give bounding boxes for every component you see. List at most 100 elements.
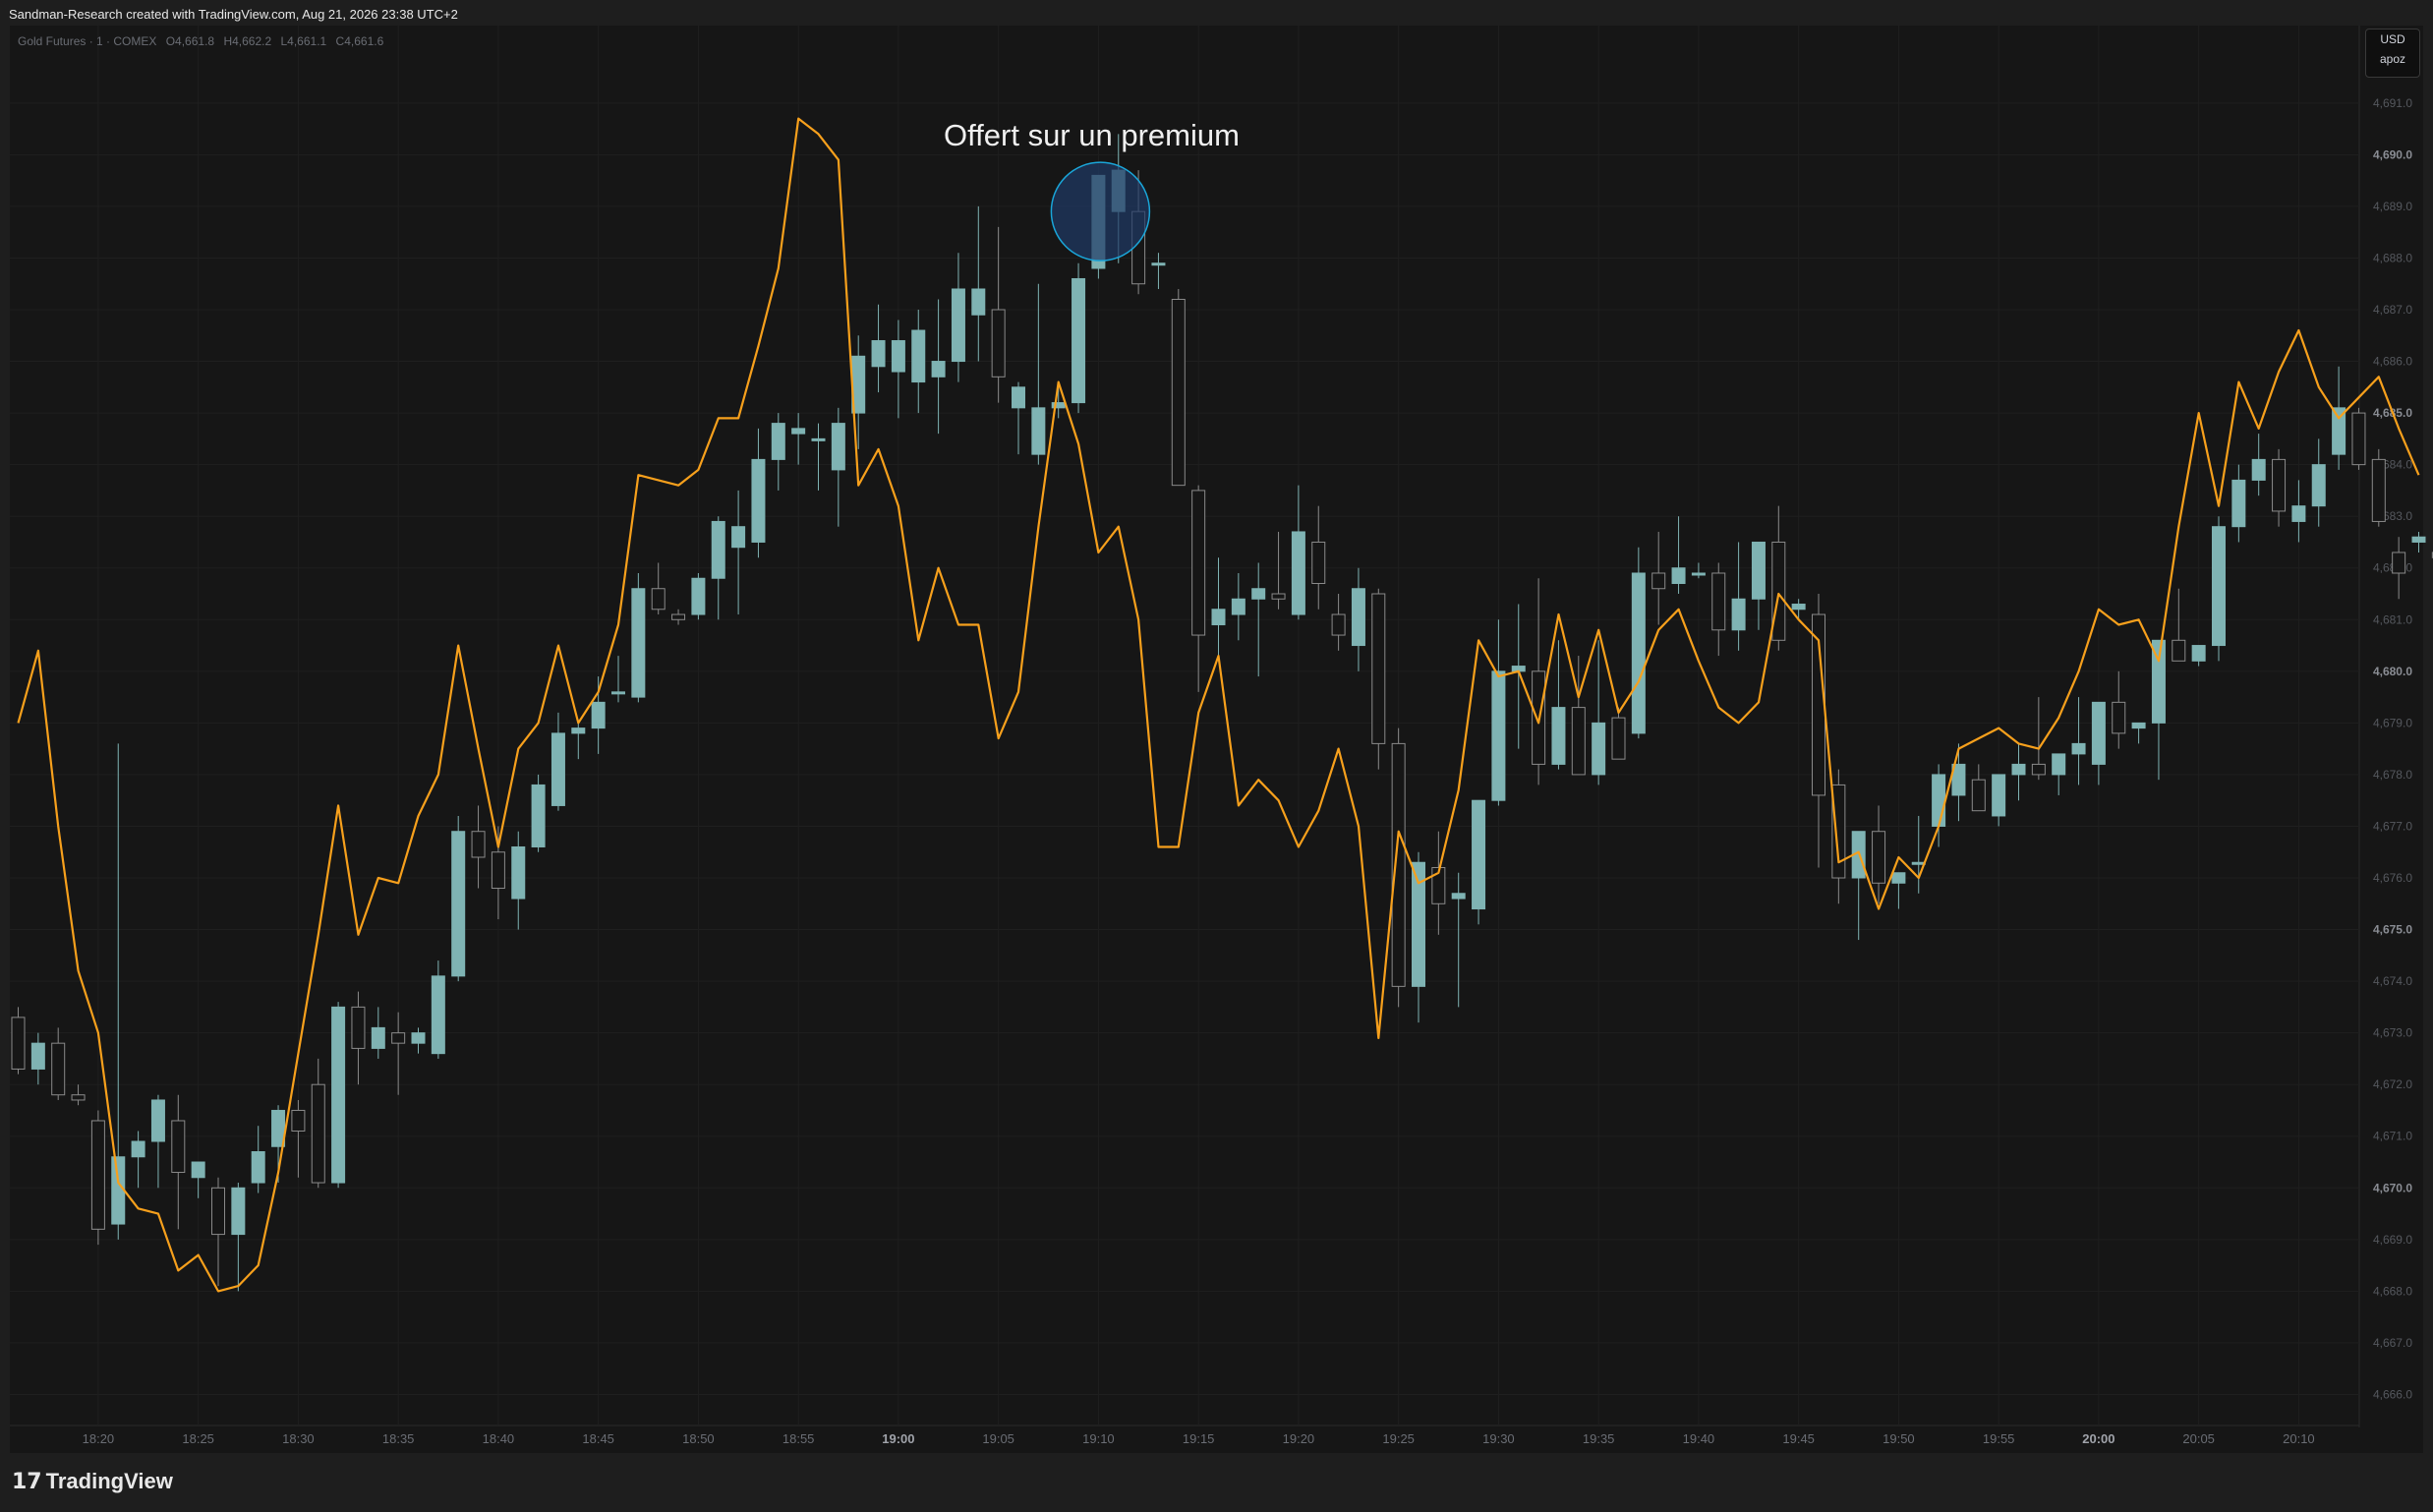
candle-body [831,423,845,471]
candle-body [1891,872,1906,884]
candle-body [1571,707,1586,776]
candle-body [1171,298,1186,487]
time-tick-label: 19:10 [1082,1431,1115,1446]
candle-body [1651,572,1666,590]
candle-body [491,851,505,890]
candle-body [1472,799,1486,910]
candle-body [371,1026,385,1049]
candle-body [391,1032,406,1044]
currency-selector[interactable]: USD apoz [2365,29,2420,78]
candle-body [931,361,946,378]
price-tick-label: 4,666.0 [2373,1387,2412,1401]
candle-body [2272,458,2287,512]
candle-body [150,1099,165,1142]
price-tick-label: 4,680.0 [2373,665,2412,678]
candle-body [1491,670,1506,801]
candle-body [90,1120,105,1230]
legend-close: C4,661.6 [335,34,384,48]
candle-body [2131,722,2146,729]
candle-body [191,1161,205,1179]
candle-body [751,458,766,543]
candle-body [2071,742,2086,755]
candle-body [251,1151,265,1184]
candle-body [531,784,546,847]
candle-body [1592,722,1606,776]
candle-body [1992,774,2006,817]
time-tick-label: 19:25 [1382,1431,1415,1446]
time-tick-label: 20:00 [2082,1431,2114,1446]
candle-body [1311,541,1326,584]
candle-body [891,340,905,373]
price-tick-label: 4,688.0 [2373,251,2412,264]
candle-body [1631,572,1646,734]
price-tick-label: 4,669.0 [2373,1233,2412,1247]
candle-body [411,1032,426,1044]
candle-body [311,1083,325,1184]
candle-body [111,1156,126,1225]
candle-body [1371,593,1386,744]
price-tick-label: 4,687.0 [2373,303,2412,317]
candle-body [911,329,926,383]
candle-body [2392,552,2406,574]
candle-body [951,288,965,363]
candle-body [1711,572,1726,631]
candle-body [2011,763,2026,776]
candle-body [591,701,606,729]
price-tick-label: 4,672.0 [2373,1077,2412,1091]
symbol-name: Gold Futures · 1 · COMEX [18,34,157,48]
time-tick-label: 19:50 [1883,1431,1915,1446]
candle-body [131,1140,145,1158]
candle-body [1271,593,1286,600]
candle-body [571,727,586,734]
time-tick-label: 18:45 [582,1431,614,1446]
time-tick-label: 18:55 [782,1431,815,1446]
candle-body [2091,701,2106,765]
price-tick-label: 4,673.0 [2373,1026,2412,1040]
candle-body [2172,639,2186,662]
time-tick-label: 19:00 [882,1431,914,1446]
price-tick-label: 4,679.0 [2373,716,2412,729]
candle-body [30,1042,45,1070]
candle-body [2411,536,2426,543]
candle-body [1691,572,1706,576]
candle-body [451,831,466,977]
candle-body [71,1094,86,1101]
time-tick-label: 20:10 [2283,1431,2315,1446]
candle-body [2371,458,2386,522]
candle-body [971,288,986,316]
candle-body [1351,588,1365,647]
candle-body [1031,407,1046,455]
candle-body [1451,893,1466,900]
candle-body [691,577,706,615]
candle-body [2291,505,2306,522]
candle-body [791,428,806,435]
candle-body [1231,598,1245,615]
footer [0,1453,2433,1512]
time-tick-label: 19:05 [982,1431,1014,1446]
price-tick-label: 4,678.0 [2373,768,2412,782]
time-tick-label: 18:25 [182,1431,214,1446]
currency-code: USD [2380,32,2405,46]
brand-name: TradingView [45,1469,173,1493]
time-tick-label: 19:45 [1782,1431,1815,1446]
candle-body [550,732,565,806]
candle-body [771,423,785,460]
time-tick-label: 19:20 [1283,1431,1315,1446]
candlestick-chart[interactable]: 4,666.0 4,667.0 4,668.0 4,669.0 4,670.0 4,671… [0,0,2433,1512]
candle-body [331,1006,346,1184]
tradingview-logo[interactable]: 17 TradingView [12,1469,173,1494]
candle-body [1151,262,1166,266]
price-tick-label: 4,691.0 [2373,96,2412,110]
candle-body [351,1006,366,1049]
candle-body [2212,526,2226,647]
candle-body [1012,386,1025,409]
candle-body [211,1187,225,1236]
candle-body [671,613,686,620]
price-tick-label: 4,690.0 [2373,147,2412,161]
price-tick-label: 4,676.0 [2373,871,2412,885]
highlight-circle [1050,161,1151,262]
candle-body [1391,742,1406,987]
candle-body [651,588,666,611]
candle-body [991,309,1006,378]
tradingview-logo-icon: 17 [12,1470,42,1494]
